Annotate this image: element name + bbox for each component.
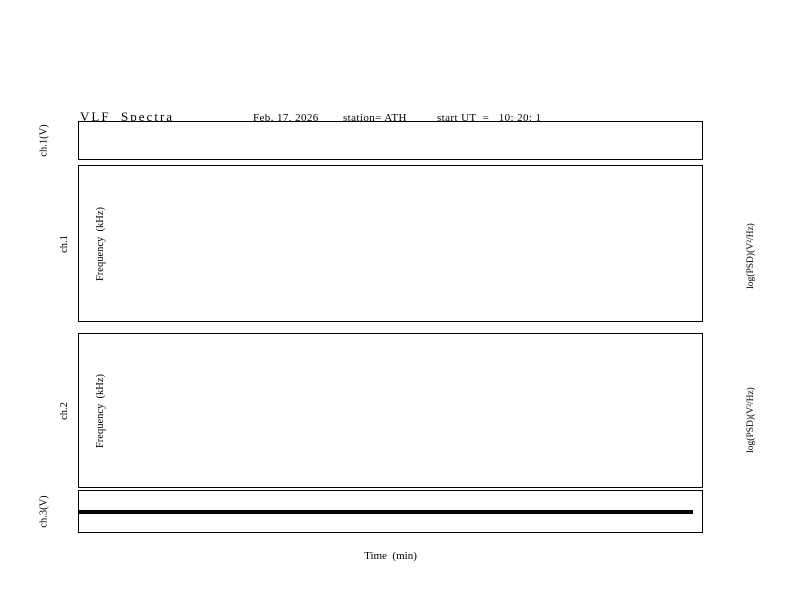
- ch2-frequency-axis-label-line2: Frequency (kHz): [95, 373, 107, 449]
- ch3-voltage-axis-label: ch.3(V): [38, 495, 50, 528]
- ch2-spectrogram-panel: [78, 333, 703, 488]
- ch1-waveform-panel: [78, 121, 703, 160]
- time-axis-title: Time (min): [364, 550, 417, 562]
- ch3-signal-line: [79, 510, 693, 514]
- ch3-waveform-panel: [78, 490, 703, 533]
- ch1-waveform-canvas: [79, 122, 702, 159]
- colorbar-ch2-label: log(PSD)(V²/Hz): [746, 387, 756, 453]
- colorbar-ch1: [719, 202, 728, 311]
- vlf-spectra-figure: VLF Spectra Feb. 17, 2026 station= ATH s…: [0, 0, 792, 612]
- colorbar-ch2: [719, 367, 728, 474]
- ch2-frequency-axis-label-line1: ch.2: [59, 402, 71, 420]
- ch1-spectrogram-panel: [78, 165, 703, 322]
- ch2-spectrogram-canvas: [79, 334, 694, 487]
- ch1-spectrogram-canvas: [79, 166, 694, 321]
